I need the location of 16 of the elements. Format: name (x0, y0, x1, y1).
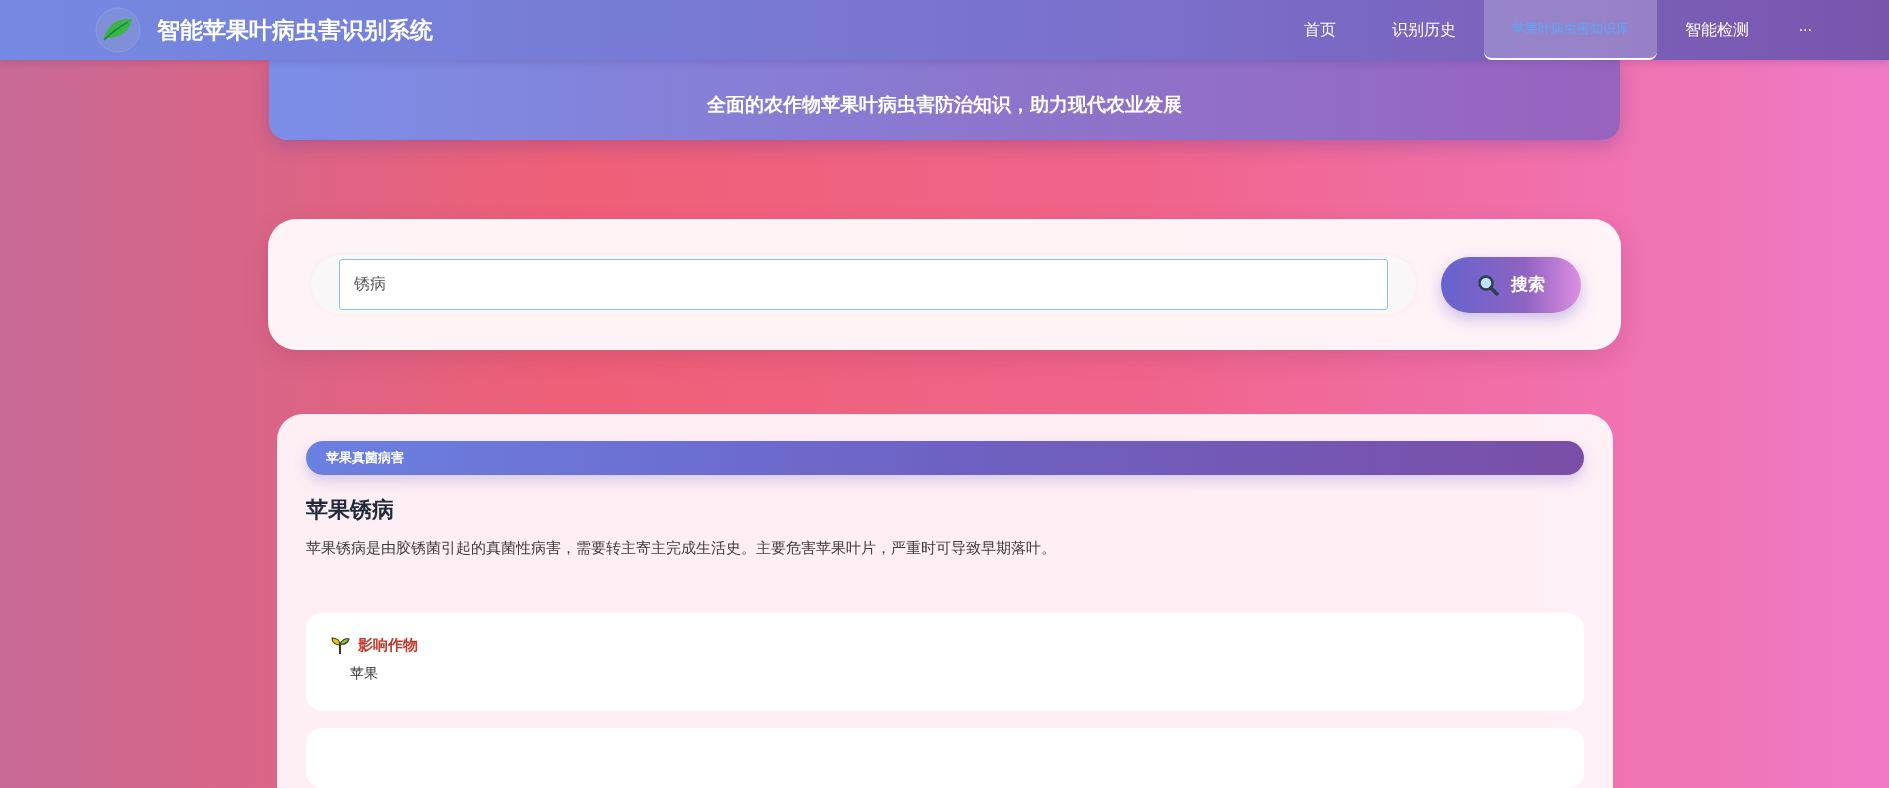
more-menu[interactable]: ··· (1776, 1, 1834, 59)
leaf-logo-icon (95, 7, 141, 53)
app-title: 智能苹果叶病虫害识别系统 (157, 15, 433, 45)
nav-tab[interactable]: 识别历史 (1363, 1, 1484, 59)
search-field[interactable]: 锈病 (339, 259, 1388, 311)
hero-subtitle: 全面的农作物苹果叶病虫害防治知识，助力现代农业发展 (707, 92, 1182, 117)
sprout-icon (329, 635, 350, 655)
nav-tab[interactable]: 智能检测 (1656, 1, 1777, 59)
section-label: 影响作物 (357, 635, 418, 655)
search-icon (1477, 273, 1499, 296)
nav-tab[interactable]: 首页 (1275, 1, 1364, 59)
category-bar: 苹果真菌病害 (305, 441, 1584, 475)
search-button[interactable]: 搜索 (1441, 256, 1581, 313)
disease-description: 苹果锈病是由胶锈菌引起的真菌性病害，需要转主寄主完成生活史。主要危害苹果叶片，严重时可导致早期落叶。 (305, 539, 1057, 558)
section-value: 苹果 (349, 665, 379, 683)
disease-title: 苹果锈病 (305, 496, 395, 524)
